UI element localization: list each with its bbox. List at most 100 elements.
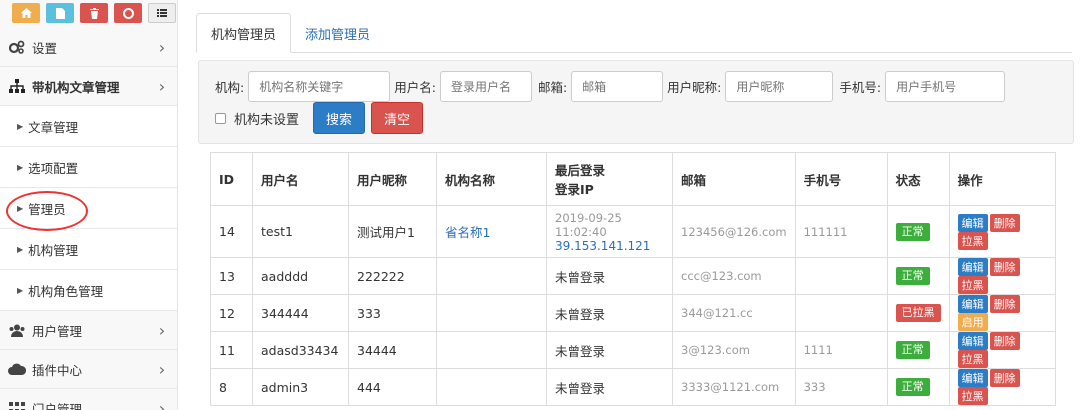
gears-icon xyxy=(6,40,28,54)
delete-button[interactable]: 删除 xyxy=(989,369,1020,387)
cell-nickname: 222222 xyxy=(348,257,437,295)
username-label: 用户名: xyxy=(394,80,436,95)
sidebar-item-portal[interactable]: 门户管理 › xyxy=(0,389,177,410)
col-username: 用户名 xyxy=(252,152,349,206)
block-button[interactable]: 拉黑 xyxy=(957,276,988,294)
cell-phone: 1111 xyxy=(794,331,888,369)
chevron-right-icon: › xyxy=(158,398,166,410)
quick-actions xyxy=(0,0,177,28)
nickname-label: 用户昵称: xyxy=(667,80,722,95)
sidebar: 设置 › 带机构文章管理 › ▶ 文章管理 ▶ 选项配置 ▶ 管理员 ▶ 机构管… xyxy=(0,0,178,410)
cell-org xyxy=(436,368,547,406)
sidebar-item-settings[interactable]: 设置 › xyxy=(0,28,177,67)
cell-last-login: 未曾登录 xyxy=(546,294,673,332)
sidebar-item-label: 门户管理 xyxy=(32,401,83,410)
phone-input[interactable] xyxy=(885,71,1006,102)
trash-icon[interactable] xyxy=(80,3,108,23)
chevron-right-icon: › xyxy=(158,37,166,57)
delete-button[interactable]: 删除 xyxy=(989,332,1020,350)
login-ip[interactable]: 39.153.141.121 xyxy=(555,239,664,253)
cell-username: aadddd xyxy=(252,257,349,295)
edit-button[interactable]: 编辑 xyxy=(957,369,988,387)
email-input[interactable] xyxy=(571,71,664,102)
cell-email: 344@121.cc xyxy=(672,294,796,332)
cell-org xyxy=(436,331,547,369)
sidebar-item-plugins[interactable]: 插件中心 › xyxy=(0,350,177,389)
status-badge: 正常 xyxy=(895,341,930,359)
cell-id: 11 xyxy=(210,331,253,369)
cell-email: 3333@1121.com xyxy=(672,368,796,406)
clear-button[interactable]: 清空 xyxy=(371,102,424,134)
cell-id: 13 xyxy=(210,257,253,295)
delete-button[interactable]: 删除 xyxy=(989,295,1020,313)
lifebuoy-icon[interactable] xyxy=(114,3,142,23)
sidebar-sub-org-roles[interactable]: ▶ 机构角色管理 xyxy=(0,270,177,311)
cell-phone xyxy=(794,294,888,332)
cloud-icon xyxy=(6,363,28,375)
cell-actions: 编辑 删除拉黑 xyxy=(948,331,1057,369)
tab-org-admins[interactable]: 机构管理员 xyxy=(196,13,292,53)
home-icon[interactable] xyxy=(12,3,40,23)
org-input[interactable] xyxy=(248,71,391,102)
login-time: 2019-09-25 11:02:40 xyxy=(555,210,622,239)
sidebar-sub-options[interactable]: ▶ 选项配置 xyxy=(0,147,177,188)
cell-org xyxy=(436,257,547,295)
email-label: 邮箱: xyxy=(537,80,568,95)
col-last-login-line1: 最后登录 xyxy=(555,163,606,178)
phone-label: 手机号: xyxy=(839,80,882,95)
cell-last-login: 未曾登录 xyxy=(546,257,673,295)
enable-button[interactable]: 启用 xyxy=(957,313,988,331)
sidebar-item-label: 机构管理 xyxy=(28,242,79,258)
org-link[interactable]: 省名称1 xyxy=(445,225,490,240)
cell-username: admin3 xyxy=(252,368,349,406)
admin-table: ID 用户名 用户昵称 机构名称 最后登录 登录IP 邮箱 手机号 状态 操作 1… xyxy=(210,152,1057,406)
col-id: ID xyxy=(210,152,253,206)
search-panel: 机构: 用户名: 邮箱: 用户昵称: 手机号: 机构未设置 搜索 清空 xyxy=(198,60,1074,144)
sidebar-item-label: 选项配置 xyxy=(28,160,79,176)
sidebar-item-label: 设置 xyxy=(32,40,58,56)
cell-username: 344444 xyxy=(252,294,349,332)
status-badge: 正常 xyxy=(895,378,930,396)
file-icon[interactable] xyxy=(46,3,74,23)
delete-button[interactable]: 删除 xyxy=(989,213,1020,232)
block-button[interactable]: 拉黑 xyxy=(957,387,988,405)
sidebar-sub-articles[interactable]: ▶ 文章管理 xyxy=(0,106,177,147)
sidebar-item-users[interactable]: 用户管理 › xyxy=(0,311,177,350)
table-row: 11 adasd33434 34444 未曾登录 3@123.com 1111 … xyxy=(210,331,1057,369)
list-icon[interactable] xyxy=(148,3,176,23)
col-nickname: 用户昵称 xyxy=(348,152,437,206)
sidebar-item-org-articles[interactable]: 带机构文章管理 › xyxy=(0,67,177,106)
block-button[interactable]: 拉黑 xyxy=(957,350,988,368)
col-actions: 操作 xyxy=(948,152,1057,206)
edit-button[interactable]: 编辑 xyxy=(957,258,988,276)
status-badge: 正常 xyxy=(895,267,930,285)
sidebar-item-label: 机构角色管理 xyxy=(28,283,104,299)
cell-status: 正常 xyxy=(886,257,950,295)
org-unset-checkbox[interactable] xyxy=(215,112,226,124)
cell-nickname: 444 xyxy=(348,368,437,406)
users-icon xyxy=(6,324,28,337)
block-button[interactable]: 拉黑 xyxy=(957,231,988,250)
cell-nickname: 333 xyxy=(348,294,437,332)
sidebar-sub-orgs[interactable]: ▶ 机构管理 xyxy=(0,229,177,270)
cell-nickname: 测试用户1 xyxy=(348,205,437,258)
edit-button[interactable]: 编辑 xyxy=(957,295,988,313)
cell-id: 12 xyxy=(210,294,253,332)
edit-button[interactable]: 编辑 xyxy=(957,332,988,350)
cell-status: 正常 xyxy=(886,368,950,406)
cell-last-login: 未曾登录 xyxy=(546,368,673,406)
org-unset-label: 机构未设置 xyxy=(234,112,300,128)
chevron-right-icon: › xyxy=(158,76,166,96)
cell-phone xyxy=(794,257,888,295)
nickname-input[interactable] xyxy=(725,71,834,102)
cell-email: ccc@123.com xyxy=(672,257,796,295)
caret-right-icon: ▶ xyxy=(17,244,24,254)
search-button[interactable]: 搜索 xyxy=(313,102,366,134)
delete-button[interactable]: 删除 xyxy=(989,258,1020,276)
edit-button[interactable]: 编辑 xyxy=(957,213,988,232)
chevron-right-icon: › xyxy=(158,359,166,379)
cell-email: 3@123.com xyxy=(672,331,796,369)
cell-actions: 编辑 删除拉黑 xyxy=(948,205,1057,258)
tab-add-admin[interactable]: 添加管理员 xyxy=(291,13,384,53)
username-input[interactable] xyxy=(439,71,532,102)
